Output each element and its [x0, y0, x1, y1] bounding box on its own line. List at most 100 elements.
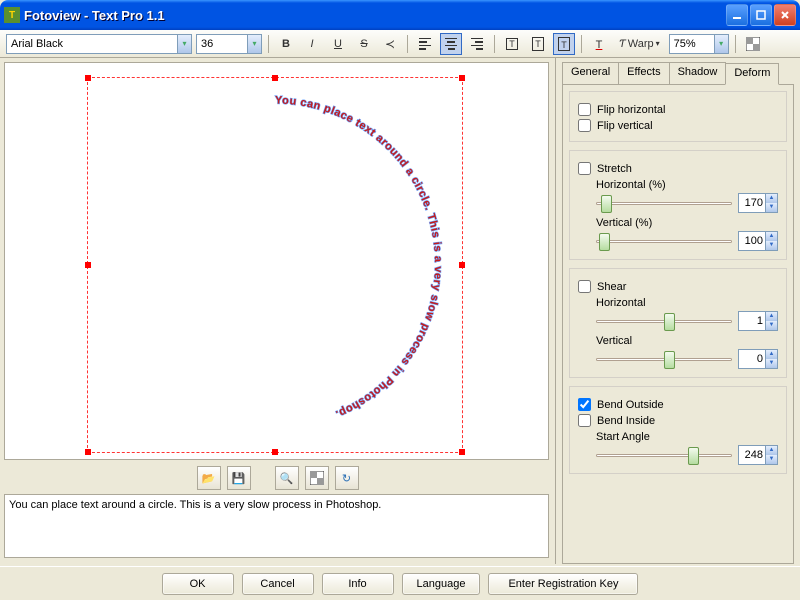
grid-button[interactable]: [305, 466, 329, 490]
stretch-label: Stretch: [597, 163, 632, 175]
anchor-bottom-button[interactable]: T: [553, 33, 575, 55]
minimize-button[interactable]: [726, 4, 748, 26]
stretch-h-spin[interactable]: ▲▼: [738, 193, 778, 213]
start-angle-slider[interactable]: [596, 446, 732, 464]
tab-effects[interactable]: Effects: [618, 62, 669, 84]
zoom-input[interactable]: [670, 35, 714, 53]
strike-button[interactable]: S: [353, 33, 375, 55]
stretch-v-spin[interactable]: ▲▼: [738, 231, 778, 251]
flip-horizontal-label: Flip horizontal: [597, 104, 665, 116]
shear-v-value[interactable]: [739, 353, 765, 365]
canvas-toolbar: 📂 💾 🔍 ↻: [0, 462, 555, 494]
bend-inside-checkbox[interactable]: Bend Inside: [578, 414, 778, 427]
stretch-h-value[interactable]: [739, 197, 765, 209]
checkbox-input[interactable]: [578, 162, 591, 175]
canvas-column: You can place text around a circle. This…: [0, 58, 555, 564]
shear-v-spin[interactable]: ▲▼: [738, 349, 778, 369]
bend-outside-checkbox[interactable]: Bend Outside: [578, 398, 778, 411]
checker-icon: [310, 471, 324, 485]
flip-vertical-label: Flip vertical: [597, 120, 653, 132]
checkbox-input[interactable]: [578, 103, 591, 116]
warp-label: Warp: [628, 38, 654, 50]
open-button[interactable]: 📂: [197, 466, 221, 490]
shear-group: Shear Horizontal ▲▼ Vertical ▲▼: [569, 268, 787, 378]
zoom-combo[interactable]: ▾: [669, 34, 729, 54]
checkbox-input[interactable]: [578, 414, 591, 427]
chevron-down-icon[interactable]: ▾: [177, 35, 191, 53]
stretch-v-value[interactable]: [739, 235, 765, 247]
anchor-top-button[interactable]: T: [501, 33, 523, 55]
text-input-value: You can place text around a circle. This…: [9, 499, 381, 511]
chevron-down-icon: ▾: [656, 39, 660, 48]
align-right-button[interactable]: [466, 33, 488, 55]
maximize-button[interactable]: [750, 4, 772, 26]
start-angle-label: Start Angle: [596, 431, 778, 443]
flip-group: Flip horizontal Flip vertical: [569, 91, 787, 142]
close-icon: [780, 10, 790, 20]
register-button[interactable]: Enter Registration Key: [488, 573, 638, 595]
align-left-button[interactable]: [414, 33, 436, 55]
tab-body-deform: Flip horizontal Flip vertical Stretch Ho…: [562, 84, 794, 564]
transparency-button[interactable]: [742, 33, 764, 55]
bold-button[interactable]: B: [275, 33, 297, 55]
floppy-icon: 💾: [232, 472, 246, 485]
language-button[interactable]: Language: [402, 573, 481, 595]
text-input-area[interactable]: You can place text around a circle. This…: [4, 494, 549, 558]
refresh-button[interactable]: ↻: [335, 466, 359, 490]
size-combo[interactable]: ▾: [196, 34, 262, 54]
italic-button[interactable]: I: [301, 33, 323, 55]
separator: [581, 35, 582, 53]
underline-button[interactable]: U: [327, 33, 349, 55]
warp-button[interactable]: Ƭ Warp ▾: [614, 33, 665, 55]
app-icon: T: [4, 7, 20, 23]
minimize-icon: [732, 10, 742, 20]
flip-horizontal-checkbox[interactable]: Flip horizontal: [578, 103, 778, 116]
shear-h-spin[interactable]: ▲▼: [738, 311, 778, 331]
cancel-button[interactable]: Cancel: [242, 573, 314, 595]
selection-box[interactable]: You can place text around a circle. This…: [87, 77, 463, 453]
save-button[interactable]: 💾: [227, 466, 251, 490]
kerning-button[interactable]: ≺: [379, 33, 401, 55]
warp-icon: Ƭ: [619, 38, 626, 50]
shear-v-slider[interactable]: [596, 350, 732, 368]
chevron-down-icon[interactable]: ▾: [247, 35, 261, 53]
anchor-middle-button[interactable]: T: [527, 33, 549, 55]
tab-shadow[interactable]: Shadow: [669, 62, 727, 84]
separator: [407, 35, 408, 53]
stretch-h-slider[interactable]: [596, 194, 732, 212]
start-angle-spin[interactable]: ▲▼: [738, 445, 778, 465]
checker-icon: [746, 37, 760, 51]
shear-checkbox[interactable]: Shear: [578, 280, 778, 293]
zoom-tool-button[interactable]: 🔍: [275, 466, 299, 490]
circle-text-path: You can place text around a circle. This…: [275, 94, 444, 420]
ok-button[interactable]: OK: [162, 573, 234, 595]
stretch-checkbox[interactable]: Stretch: [578, 162, 778, 175]
font-combo[interactable]: ▾: [6, 34, 192, 54]
properties-panel: General Effects Shadow Deform Flip horiz…: [555, 58, 800, 564]
chevron-down-icon[interactable]: ▾: [714, 35, 728, 53]
bend-group: Bend Outside Bend Inside Start Angle ▲▼: [569, 386, 787, 474]
shear-h-value[interactable]: [739, 315, 765, 327]
shear-label: Shear: [597, 281, 626, 293]
flip-vertical-checkbox[interactable]: Flip vertical: [578, 119, 778, 132]
font-color-button[interactable]: T: [588, 33, 610, 55]
shear-h-slider[interactable]: [596, 312, 732, 330]
checkbox-input[interactable]: [578, 398, 591, 411]
tab-deform[interactable]: Deform: [725, 63, 779, 85]
size-input[interactable]: [197, 35, 247, 53]
preview-canvas[interactable]: You can place text around a circle. This…: [4, 62, 549, 460]
align-center-button[interactable]: [440, 33, 462, 55]
checkbox-input[interactable]: [578, 119, 591, 132]
title-bar: T Fotoview - Text Pro 1.1: [0, 0, 800, 30]
font-input[interactable]: [7, 35, 177, 53]
svg-text:You can place text around a ci: You can place text around a circle. This…: [275, 94, 444, 420]
separator: [268, 35, 269, 53]
checkbox-input[interactable]: [578, 280, 591, 293]
close-button[interactable]: [774, 4, 796, 26]
bend-outside-label: Bend Outside: [597, 399, 664, 411]
info-button[interactable]: Info: [322, 573, 394, 595]
tab-general[interactable]: General: [562, 62, 619, 84]
stretch-v-slider[interactable]: [596, 232, 732, 250]
refresh-icon: ↻: [342, 472, 351, 485]
start-angle-value[interactable]: [739, 449, 765, 461]
